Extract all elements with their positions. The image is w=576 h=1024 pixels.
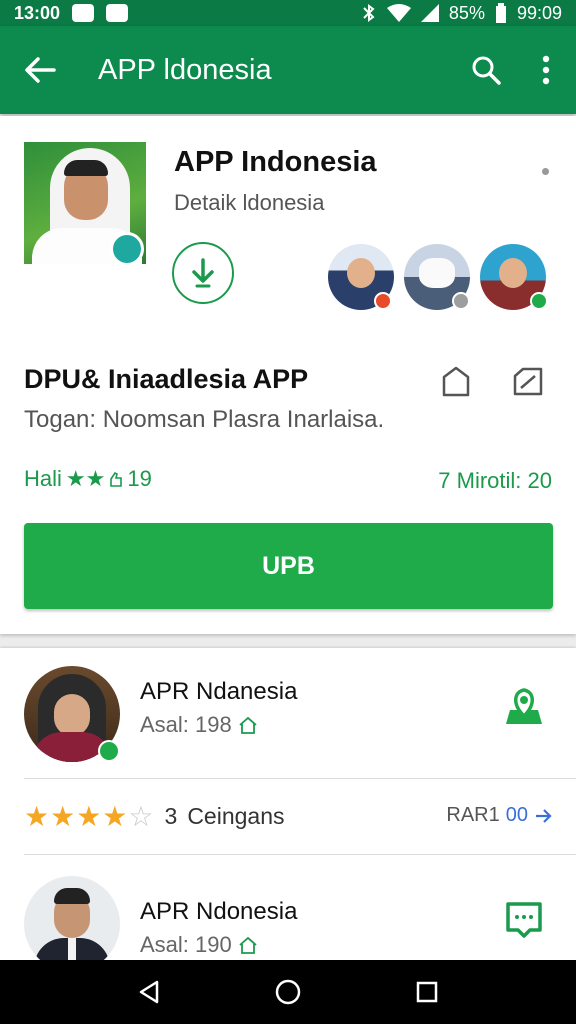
battery-percent: 85% [448,2,485,23]
home-icon [239,716,257,734]
home-icon [239,936,257,954]
section-title: DPU& Iniaadlesia APP [24,364,309,394]
list-item-title[interactable]: APR Ndonesia [140,898,297,926]
nav-back-button[interactable] [119,960,179,1024]
more-options-button[interactable] [516,26,576,114]
notification-icon [72,4,95,22]
list-item-meta-text: Asal: 190 [140,932,232,957]
more-dot-icon[interactable] [542,168,549,175]
review-right-label: RAR1 [446,804,500,826]
app-icon-image [24,142,146,264]
search-button[interactable] [456,26,516,114]
download-icon [192,258,214,288]
status-dot-icon [530,292,548,310]
rating-summary: Hali ★★ 19 [24,466,152,492]
app-subtitle: Detaik ldonesia [174,190,325,215]
app-title: APP Indonesia [174,146,377,178]
share-button[interactable] [508,362,548,402]
status-time: 13:00 [14,2,61,23]
app-bar: APP ldonesia [0,26,576,114]
location-button[interactable] [500,682,548,730]
status-bar: 13:00 85% 99:09 [0,0,576,26]
review-row: ★★★★☆ 3 Ceingans [24,800,285,833]
arrow-right-icon [536,808,552,823]
list-item-title[interactable]: APR Ndanesia [140,678,297,706]
meta-right: 7 Mirotil: 20 [438,468,552,493]
app-detail-card: APP Indonesia Detaik ldonesia DPU& Iniaa… [0,116,576,634]
section-subtitle: Togan: Noomsan Plasra Inarlaisa. [24,406,385,433]
wifi-icon [386,4,411,22]
avatar[interactable] [24,876,120,972]
image-notification-icon [106,4,129,22]
rating-prefix: Hali [24,466,62,491]
search-icon [472,56,501,85]
battery-icon [495,3,506,23]
system-nav-bar [0,960,576,1024]
thumb-icon [110,471,123,487]
primary-action-button[interactable]: UPB [24,523,553,609]
share-icon [513,367,543,396]
rating-stars: ★★ [65,466,106,491]
review-link[interactable]: RAR1 00 [446,804,552,827]
arrow-left-icon [25,57,56,83]
review-label: Ceingans [187,803,285,829]
nav-recents-button[interactable] [397,960,457,1024]
online-badge-icon [98,740,120,762]
rating-stars: ★★★★☆ [24,801,155,832]
bookmark-icon [442,366,470,397]
chat-icon [506,902,542,938]
square-recents-icon [416,981,437,1003]
list-item-meta-text: Asal: 198 [140,712,232,737]
divider [24,854,576,855]
nav-home-button[interactable] [258,960,318,1024]
signal-icon [420,4,439,22]
back-button[interactable] [0,26,80,114]
status-dot-icon [374,292,392,310]
status-clock: 99:09 [516,2,562,23]
bluetooth-off-icon [363,4,375,22]
verified-badge-icon [110,232,144,264]
status-dot-icon [452,292,470,310]
more-vert-icon [542,55,550,85]
app-bar-title: APP ldonesia [98,53,272,86]
divider [24,778,576,779]
triangle-back-icon [140,980,159,1004]
message-button[interactable] [500,896,548,944]
list-item-meta: Asal: 190 [140,932,258,958]
circle-home-icon [275,979,301,1005]
review-count: 3 [164,803,178,829]
download-button[interactable] [172,242,234,304]
map-pin-icon [506,688,542,724]
list-item-meta: Asal: 198 [140,712,258,738]
rating-value: 19 [127,466,152,491]
bookmark-button[interactable] [436,362,476,402]
review-right-value: 00 [505,804,528,826]
